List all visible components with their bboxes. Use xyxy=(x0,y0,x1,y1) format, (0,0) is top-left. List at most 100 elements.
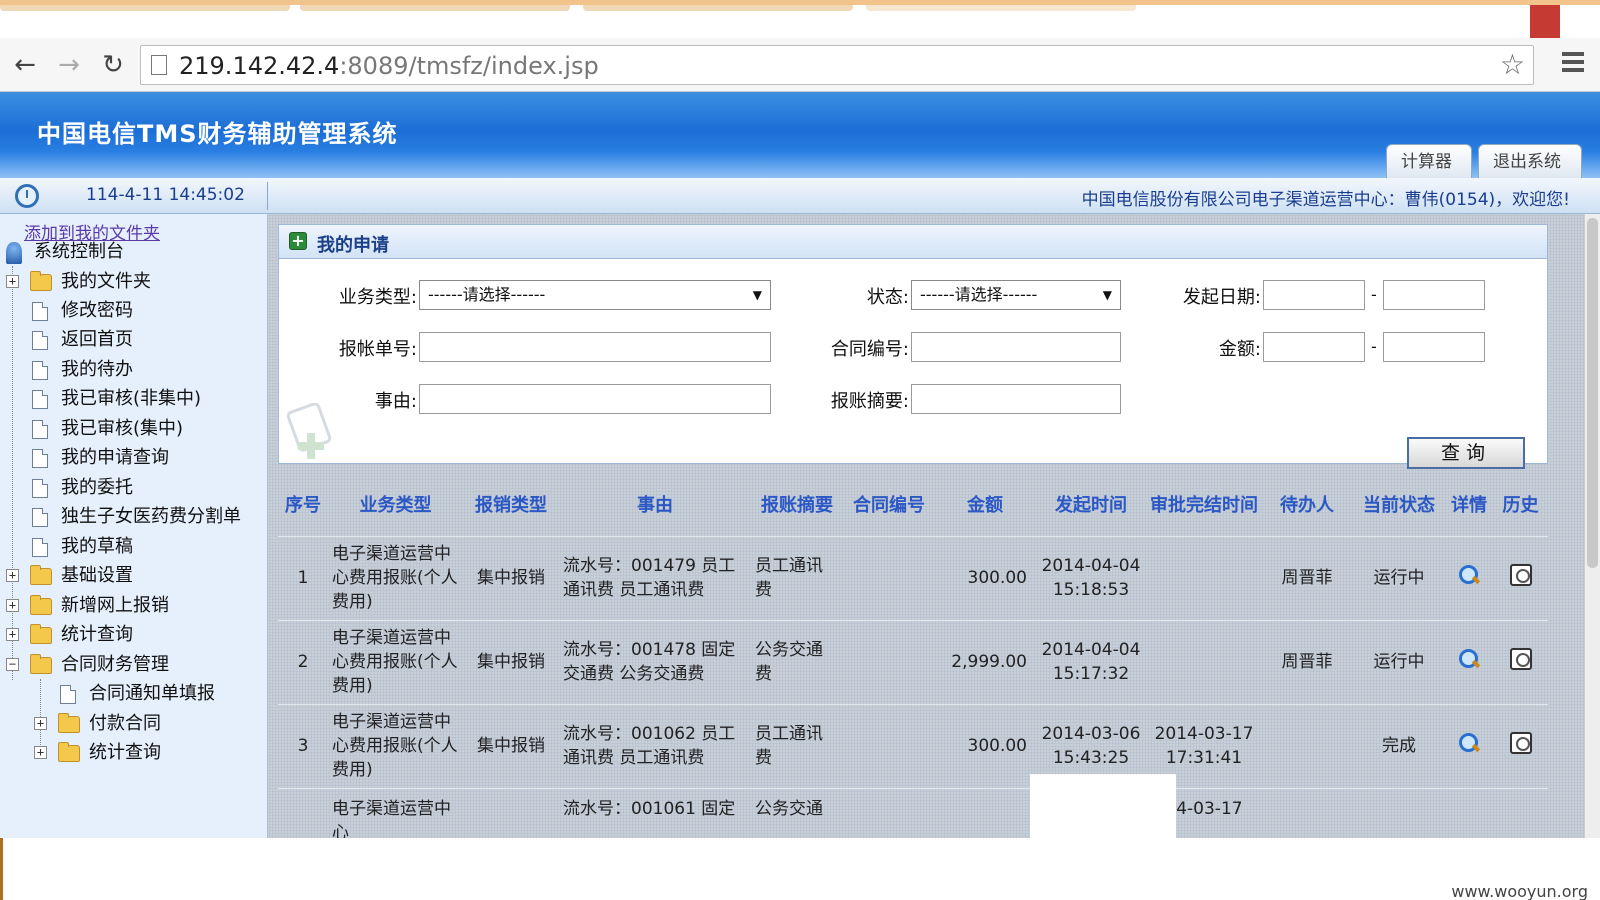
sidebar-item-contract-statistics[interactable]: + 统计查询 xyxy=(4,739,264,767)
cell-reimburse-type: 集中报销 xyxy=(463,619,559,704)
back-arrow-icon[interactable]: ← xyxy=(8,48,42,82)
expand-icon[interactable]: + xyxy=(6,275,19,288)
history-icon[interactable] xyxy=(1509,647,1532,670)
browser-tab[interactable] xyxy=(583,5,853,11)
sidebar-item-label: 我的委托 xyxy=(61,477,133,498)
reload-icon[interactable]: ↻ xyxy=(96,48,130,82)
expand-icon[interactable]: + xyxy=(6,628,19,641)
expand-icon[interactable]: + xyxy=(34,717,47,730)
table-row[interactable]: 1 电子渠道运营中心费用报账(个人费用) 集中报销 流水号：001479 员工通… xyxy=(278,535,1548,620)
logout-button[interactable]: 退出系统 xyxy=(1478,144,1582,178)
cell-reimburse-type: 集中报销 xyxy=(463,703,559,788)
page-scrollbar[interactable] xyxy=(1584,214,1600,838)
sidebar-item-reviewed-central[interactable]: 我已审核(集中) xyxy=(4,415,264,443)
forward-arrow-icon[interactable]: → xyxy=(52,48,86,82)
cell-start-time: 2014-04-04 15:18:53 xyxy=(1035,535,1147,620)
expand-icon[interactable]: + xyxy=(34,746,47,759)
cell-no: 2 xyxy=(278,619,328,704)
amount-label: 金额: xyxy=(1218,339,1261,360)
page-icon xyxy=(151,55,167,75)
document-icon xyxy=(32,508,48,527)
cell-reason: 流水号：001478 固定交通费 公务交通费 xyxy=(559,619,751,704)
column-header: 事由 xyxy=(637,494,673,516)
table-row[interactable]: 3 电子渠道运营中心费用报账(个人费用) 集中报销 流水号：001062 员工通… xyxy=(278,703,1548,788)
sidebar-item-basic-settings[interactable]: + 基础设置 xyxy=(4,562,264,590)
document-icon xyxy=(32,361,48,380)
sidebar-item-medical-split[interactable]: 独生子女医药费分割单 xyxy=(4,503,264,531)
status-select[interactable]: ------请选择------ ▼ xyxy=(911,280,1121,310)
cell-summary: 员工通讯费 xyxy=(751,703,843,788)
collapse-icon[interactable]: − xyxy=(6,658,19,671)
start-date-from-input[interactable] xyxy=(1263,280,1365,310)
divider xyxy=(267,182,268,210)
table-row[interactable]: 2 电子渠道运营中心费用报账(个人费用) 集中报销 流水号：001478 固定交… xyxy=(278,619,1548,704)
folder-open-icon xyxy=(30,654,52,674)
url-host: 219.142.42.4 xyxy=(179,52,340,80)
expand-icon[interactable]: + xyxy=(6,569,19,582)
history-icon[interactable] xyxy=(1509,731,1532,754)
scrollbar-thumb[interactable] xyxy=(1587,218,1598,568)
table-header-row: 序号 业务类型 报销类型 事由 报账摘要 合同编号 金额 发起时间 审批完结时间… xyxy=(278,476,1548,536)
cell-detail xyxy=(1445,619,1493,704)
magnifier-icon[interactable] xyxy=(1458,648,1480,670)
history-icon[interactable] xyxy=(1509,563,1532,586)
cell-reason: 流水号：001479 员工通讯费 员工通讯费 xyxy=(559,535,751,620)
sidebar-item-payment-contract[interactable]: + 付款合同 xyxy=(4,710,264,738)
sidebar-item-console[interactable]: 系统控制台 xyxy=(4,238,264,266)
table-row[interactable]: 电子渠道运营中心 流水号：001061 固定 公务交通 14-03-17 xyxy=(278,787,1548,845)
calculator-button[interactable]: 计算器 xyxy=(1386,144,1472,178)
browser-menu-icon[interactable] xyxy=(1562,52,1584,76)
amount-from-input[interactable] xyxy=(1263,332,1365,362)
summary-label: 报账摘要: xyxy=(830,391,909,412)
bookmark-star-icon[interactable]: ☆ xyxy=(1500,48,1525,81)
sidebar-item-reviewed-noncentral[interactable]: 我已审核(非集中) xyxy=(4,385,264,413)
sidebar-item-contract-finance[interactable]: − 合同财务管理 xyxy=(4,651,264,679)
status-value: ------请选择------ xyxy=(920,285,1038,304)
document-icon xyxy=(60,685,76,704)
cell-status xyxy=(1353,787,1445,845)
sidebar-item-contract-notice[interactable]: 合同通知单填报 xyxy=(4,680,264,708)
sidebar-item-todo[interactable]: 我的待办 xyxy=(4,356,264,384)
browser-tabstrip xyxy=(0,0,1600,39)
column-header: 金额 xyxy=(967,494,1003,516)
cell-reason: 流水号：001061 固定 xyxy=(559,787,751,845)
search-panel: + 我的申请 业务类型: ------请选择------ ▼ 状态: -----… xyxy=(278,224,1548,469)
url-path: :8089/tmsfz/index.jsp xyxy=(339,52,599,80)
address-bar[interactable]: 219.142.42.4:8089/tmsfz/index.jsp ☆ xyxy=(140,45,1534,85)
range-separator: - xyxy=(1371,337,1377,356)
folder-icon xyxy=(30,595,52,615)
sidebar-item-new-reimbursement[interactable]: + 新增网上报销 xyxy=(4,592,264,620)
document-icon xyxy=(32,331,48,350)
query-button[interactable]: 查询 xyxy=(1407,437,1525,469)
panel-header: + 我的申请 xyxy=(279,225,1547,259)
sidebar-item-statistics[interactable]: + 统计查询 xyxy=(4,621,264,649)
window-close-button[interactable] xyxy=(1530,5,1560,39)
reason-input[interactable] xyxy=(419,384,771,414)
sidebar-item-delegation[interactable]: 我的委托 xyxy=(4,474,264,502)
amount-to-input[interactable] xyxy=(1383,332,1485,362)
magnifier-icon[interactable] xyxy=(1458,564,1480,586)
sidebar-item-change-password[interactable]: 修改密码 xyxy=(4,297,264,325)
document-icon xyxy=(32,390,48,409)
claim-no-input[interactable] xyxy=(419,332,771,362)
sidebar-item-label: 我的待办 xyxy=(61,359,133,380)
column-header: 业务类型 xyxy=(359,494,432,516)
contract-no-input[interactable] xyxy=(911,332,1121,362)
browser-tab[interactable] xyxy=(0,5,290,11)
business-type-select[interactable]: ------请选择------ ▼ xyxy=(419,280,771,310)
sidebar-item-my-applications[interactable]: 我的申请查询 xyxy=(4,444,264,472)
expand-icon[interactable]: + xyxy=(6,599,19,612)
column-header: 报账摘要 xyxy=(761,494,833,516)
browser-tab-active[interactable] xyxy=(866,5,1136,11)
browser-tab[interactable] xyxy=(300,5,570,11)
magnifier-icon[interactable] xyxy=(1458,732,1480,754)
sidebar-item-home[interactable]: 返回首页 xyxy=(4,326,264,354)
app-title: 中国电信TMS财务辅助管理系统 xyxy=(37,120,398,148)
app-header: 中国电信TMS财务辅助管理系统 计算器 退出系统 xyxy=(0,92,1600,178)
sidebar-item-my-folder[interactable]: + 我的文件夹 xyxy=(4,268,264,296)
sidebar-item-drafts[interactable]: 我的草稿 xyxy=(4,533,264,561)
sidebar-item-label: 我已审核(非集中) xyxy=(61,388,202,409)
cell-handler: 周晋菲 xyxy=(1261,535,1353,620)
start-date-to-input[interactable] xyxy=(1383,280,1485,310)
summary-input[interactable] xyxy=(911,384,1121,414)
